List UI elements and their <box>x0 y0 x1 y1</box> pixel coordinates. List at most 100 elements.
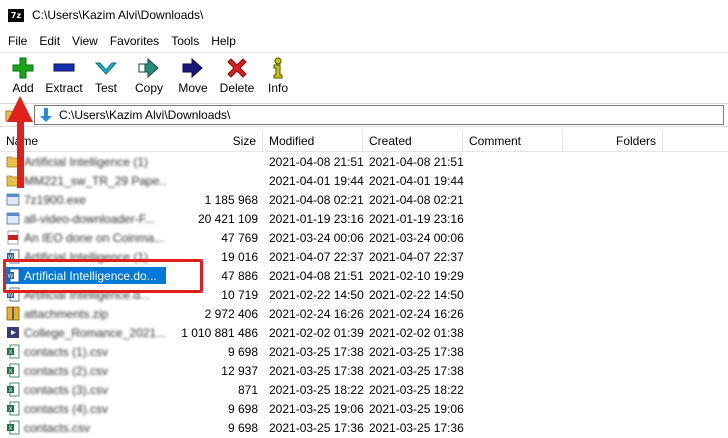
file-row[interactable]: Xcontacts (3).csv 871 2021-03-25 18:22 2021… <box>0 380 728 399</box>
file-row[interactable]: Xcontacts (2).csv 12 937 2021-03-25 17:38 2… <box>0 361 728 380</box>
file-size: 1 010 881 486 <box>181 326 258 340</box>
file-size: 9 698 <box>227 402 258 416</box>
column-header-folders[interactable]: Folders <box>563 130 663 152</box>
file-modified: 2021-01-19 23:16 <box>269 212 364 226</box>
file-modified: 2021-03-24 00:06 <box>269 231 364 245</box>
file-name-cell: Xcontacts (4).csv <box>6 400 166 417</box>
excel-icon: X <box>6 420 20 435</box>
file-created: 2021-03-25 19:06 <box>369 402 464 416</box>
video-icon <box>6 325 20 340</box>
file-name-cell: all-video-downloader-F... <box>6 210 166 227</box>
file-name-cell: 7z1900.exe <box>6 191 166 208</box>
copy-button-label: Copy <box>134 81 163 95</box>
file-size: 47 769 <box>221 231 258 245</box>
file-name-cell: attachments.zip <box>6 305 166 322</box>
pdf-icon <box>6 230 20 245</box>
column-folders-label: Folders <box>615 134 656 148</box>
file-row[interactable]: all-video-downloader-F... 20 421 109 2021-… <box>0 209 728 228</box>
test-button-label: Test <box>94 81 117 95</box>
file-size: 10 719 <box>221 288 258 302</box>
file-name: Artificial Intelligence (1) <box>24 154 149 169</box>
menu-view[interactable]: View <box>66 34 104 48</box>
file-name: contacts.csv <box>24 420 91 435</box>
file-modified: 2021-03-25 18:22 <box>269 383 364 397</box>
copy-button[interactable]: Copy <box>126 53 172 100</box>
file-name: all-video-downloader-F... <box>24 211 155 226</box>
file-created: 2021-04-07 22:37 <box>369 250 464 264</box>
file-created: 2021-03-25 18:22 <box>369 383 464 397</box>
file-name-cell: Xcontacts (2).csv <box>6 362 166 379</box>
address-bar: C:\Users\Kazim Alvi\Downloads\ <box>0 103 728 127</box>
file-modified: 2021-04-01 19:44 <box>269 174 364 188</box>
move-button-label: Move <box>178 81 208 95</box>
file-name-cell: Xcontacts.csv <box>6 419 166 436</box>
file-name-cell: An IEO done on Coinma... <box>6 229 166 246</box>
delete-button-label: Delete <box>219 81 255 95</box>
file-row[interactable]: College_Romance_2021... 1 010 881 486 2021… <box>0 323 728 342</box>
add-button-label: Add <box>12 81 34 95</box>
test-button[interactable]: Test <box>86 53 126 100</box>
copy-arrow-icon <box>137 57 161 79</box>
file-modified: 2021-04-08 21:51 <box>269 269 364 283</box>
file-row[interactable]: An IEO done on Coinma... 47 769 2021-03-24… <box>0 228 728 247</box>
file-row[interactable]: Xcontacts.csv 9 698 2021-03-25 17:36 2021-0… <box>0 418 728 437</box>
file-row[interactable]: Xcontacts (4).csv 9 698 2021-03-25 19:06 20… <box>0 399 728 418</box>
column-created-label: Created <box>369 134 412 148</box>
file-created: 2021-02-22 14:50 <box>369 288 464 302</box>
file-row[interactable]: Artificial Intelligence (1) 2021-04-08 21… <box>0 152 728 171</box>
file-created: 2021-04-01 19:44 <box>369 174 464 188</box>
file-name-cell: Xcontacts (1).csv <box>6 343 166 360</box>
file-modified: 2021-02-22 14:50 <box>269 288 364 302</box>
window-title: C:\Users\Kazim Alvi\Downloads\ <box>32 8 204 22</box>
menu-help[interactable]: Help <box>205 34 242 48</box>
file-created: 2021-03-25 17:38 <box>369 345 464 359</box>
title-bar: 7z C:\Users\Kazim Alvi\Downloads\ <box>0 0 728 30</box>
minus-icon <box>52 57 76 79</box>
column-header-modified[interactable]: Modified <box>263 130 363 152</box>
exe-icon <box>6 192 20 207</box>
extract-button-label: Extract <box>45 81 83 95</box>
excel-icon: X <box>6 401 20 416</box>
menu-favorites[interactable]: Favorites <box>104 34 165 48</box>
add-button[interactable]: Add <box>4 53 42 100</box>
info-button[interactable]: Info <box>260 53 296 100</box>
down-arrow-icon <box>40 108 52 122</box>
extract-button[interactable]: Extract <box>42 53 86 100</box>
file-size: 20 421 109 <box>197 212 258 226</box>
column-header-size[interactable]: Size <box>200 130 263 152</box>
file-row[interactable]: MM221_sw_TR_29 Pape... 2021-04-01 19:44 20… <box>0 171 728 190</box>
annotation-arrow-shaft <box>17 118 24 188</box>
file-modified: 2021-04-08 21:51 <box>269 155 364 169</box>
menu-tools[interactable]: Tools <box>165 34 205 48</box>
delete-button[interactable]: Delete <box>214 53 260 100</box>
file-size: 47 886 <box>221 269 258 283</box>
file-modified: 2021-02-24 16:26 <box>269 307 364 321</box>
file-list: Artificial Intelligence (1) 2021-04-08 21… <box>0 152 728 437</box>
file-row[interactable]: attachments.zip 2 972 406 2021-02-24 16:26… <box>0 304 728 323</box>
svg-text:X: X <box>8 426 12 432</box>
file-modified: 2021-02-02 01:39 <box>269 326 364 340</box>
address-input[interactable]: C:\Users\Kazim Alvi\Downloads\ <box>34 105 724 125</box>
column-size-label: Size <box>232 134 256 148</box>
exe-icon <box>6 211 20 226</box>
file-name: contacts (4).csv <box>24 401 109 416</box>
file-name: College_Romance_2021... <box>24 325 166 340</box>
move-button[interactable]: Move <box>172 53 214 100</box>
file-size: 12 937 <box>221 364 258 378</box>
file-name-cell: Xcontacts (3).csv <box>6 381 166 398</box>
file-name-cell: MM221_sw_TR_29 Pape... <box>6 172 166 189</box>
file-created: 2021-04-08 21:51 <box>369 155 464 169</box>
menu-edit[interactable]: Edit <box>33 34 66 48</box>
excel-icon: X <box>6 344 20 359</box>
file-modified: 2021-03-25 17:38 <box>269 364 364 378</box>
column-header-comment[interactable]: Comment <box>463 130 563 152</box>
file-row[interactable]: 7z1900.exe 1 185 968 2021-04-08 02:21 2021-… <box>0 190 728 209</box>
menu-file[interactable]: File <box>2 34 33 48</box>
column-header-created[interactable]: Created <box>363 130 463 152</box>
svg-text:X: X <box>8 369 12 375</box>
file-row[interactable]: Xcontacts (1).csv 9 698 2021-03-25 17:38 20… <box>0 342 728 361</box>
file-size: 19 016 <box>221 250 258 264</box>
address-path: C:\Users\Kazim Alvi\Downloads\ <box>59 108 231 122</box>
svg-text:X: X <box>8 350 12 356</box>
file-modified: 2021-04-08 02:21 <box>269 193 364 207</box>
